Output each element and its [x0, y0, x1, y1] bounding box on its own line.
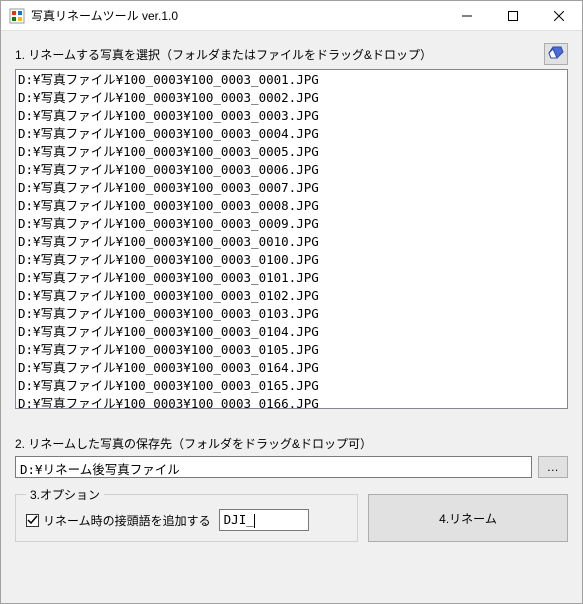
file-list-item[interactable]: D:¥写真ファイル¥100_0003¥100_0003_0009.JPG	[18, 215, 565, 233]
file-list-item[interactable]: D:¥写真ファイル¥100_0003¥100_0003_0105.JPG	[18, 341, 565, 359]
browse-label: ...	[547, 460, 559, 474]
file-list-item[interactable]: D:¥写真ファイル¥100_0003¥100_0003_0164.JPG	[18, 359, 565, 377]
text-caret	[254, 514, 255, 528]
file-list-item[interactable]: D:¥写真ファイル¥100_0003¥100_0003_0101.JPG	[18, 269, 565, 287]
file-list-item[interactable]: D:¥写真ファイル¥100_0003¥100_0003_0003.JPG	[18, 107, 565, 125]
section1-label: 1. リネームする写真を選択（フォルダまたはファイルをドラッグ&ドロップ）	[15, 46, 432, 63]
app-window: 写真リネームツール ver.1.0 1. リネームする写真を選択（フォルダまたは…	[0, 0, 583, 604]
window-title: 写真リネームツール ver.1.0	[25, 7, 444, 24]
file-list-item[interactable]: D:¥写真ファイル¥100_0003¥100_0003_0004.JPG	[18, 125, 565, 143]
section2-label: 2. リネームした写真の保存先（フォルダをドラッグ&ドロップ可）	[15, 435, 568, 452]
options-group: 3.オプション リネーム時の接頭語を追加する DJI_	[15, 494, 358, 542]
prefix-value: DJI_	[224, 512, 254, 527]
section1-header: 1. リネームする写真を選択（フォルダまたはファイルをドラッグ&ドロップ）	[15, 43, 568, 65]
close-button[interactable]	[536, 1, 582, 31]
browse-button[interactable]: ...	[538, 456, 568, 478]
file-list-item[interactable]: D:¥写真ファイル¥100_0003¥100_0003_0103.JPG	[18, 305, 565, 323]
eraser-icon	[548, 46, 564, 63]
clear-list-button[interactable]	[544, 43, 568, 65]
prefix-checkbox[interactable]	[26, 514, 39, 527]
maximize-button[interactable]	[490, 1, 536, 31]
dest-path-input[interactable]: D:¥リネーム後写真ファイル	[15, 456, 532, 478]
rename-button[interactable]: 4.リネーム	[368, 494, 568, 542]
file-list-item[interactable]: D:¥写真ファイル¥100_0003¥100_0003_0002.JPG	[18, 89, 565, 107]
file-list-item[interactable]: D:¥写真ファイル¥100_0003¥100_0003_0102.JPG	[18, 287, 565, 305]
prefix-input[interactable]: DJI_	[219, 509, 309, 531]
file-list-item[interactable]: D:¥写真ファイル¥100_0003¥100_0003_0010.JPG	[18, 233, 565, 251]
titlebar: 写真リネームツール ver.1.0	[1, 1, 582, 31]
file-list-item[interactable]: D:¥写真ファイル¥100_0003¥100_0003_0005.JPG	[18, 143, 565, 161]
check-icon	[27, 515, 38, 526]
prefix-checkbox-label: リネーム時の接頭語を追加する	[43, 512, 211, 529]
file-list-item[interactable]: D:¥写真ファイル¥100_0003¥100_0003_0104.JPG	[18, 323, 565, 341]
file-list-item[interactable]: D:¥写真ファイル¥100_0003¥100_0003_0007.JPG	[18, 179, 565, 197]
file-list[interactable]: D:¥写真ファイル¥100_0003¥100_0003_0001.JPGD:¥写…	[15, 69, 568, 409]
file-list-item[interactable]: D:¥写真ファイル¥100_0003¥100_0003_0165.JPG	[18, 377, 565, 395]
file-list-item[interactable]: D:¥写真ファイル¥100_0003¥100_0003_0006.JPG	[18, 161, 565, 179]
file-list-item[interactable]: D:¥写真ファイル¥100_0003¥100_0003_0166.JPG	[18, 395, 565, 409]
app-icon	[9, 8, 25, 24]
client-area: 1. リネームする写真を選択（フォルダまたはファイルをドラッグ&ドロップ） D:…	[1, 31, 582, 603]
rename-button-label: 4.リネーム	[439, 510, 497, 527]
options-legend: 3.オプション	[26, 486, 104, 503]
file-list-item[interactable]: D:¥写真ファイル¥100_0003¥100_0003_0001.JPG	[18, 71, 565, 89]
file-list-item[interactable]: D:¥写真ファイル¥100_0003¥100_0003_0100.JPG	[18, 251, 565, 269]
dest-path-value: D:¥リネーム後写真ファイル	[20, 462, 180, 477]
file-list-item[interactable]: D:¥写真ファイル¥100_0003¥100_0003_0008.JPG	[18, 197, 565, 215]
minimize-button[interactable]	[444, 1, 490, 31]
prefix-checkbox-wrap[interactable]: リネーム時の接頭語を追加する	[26, 512, 211, 529]
